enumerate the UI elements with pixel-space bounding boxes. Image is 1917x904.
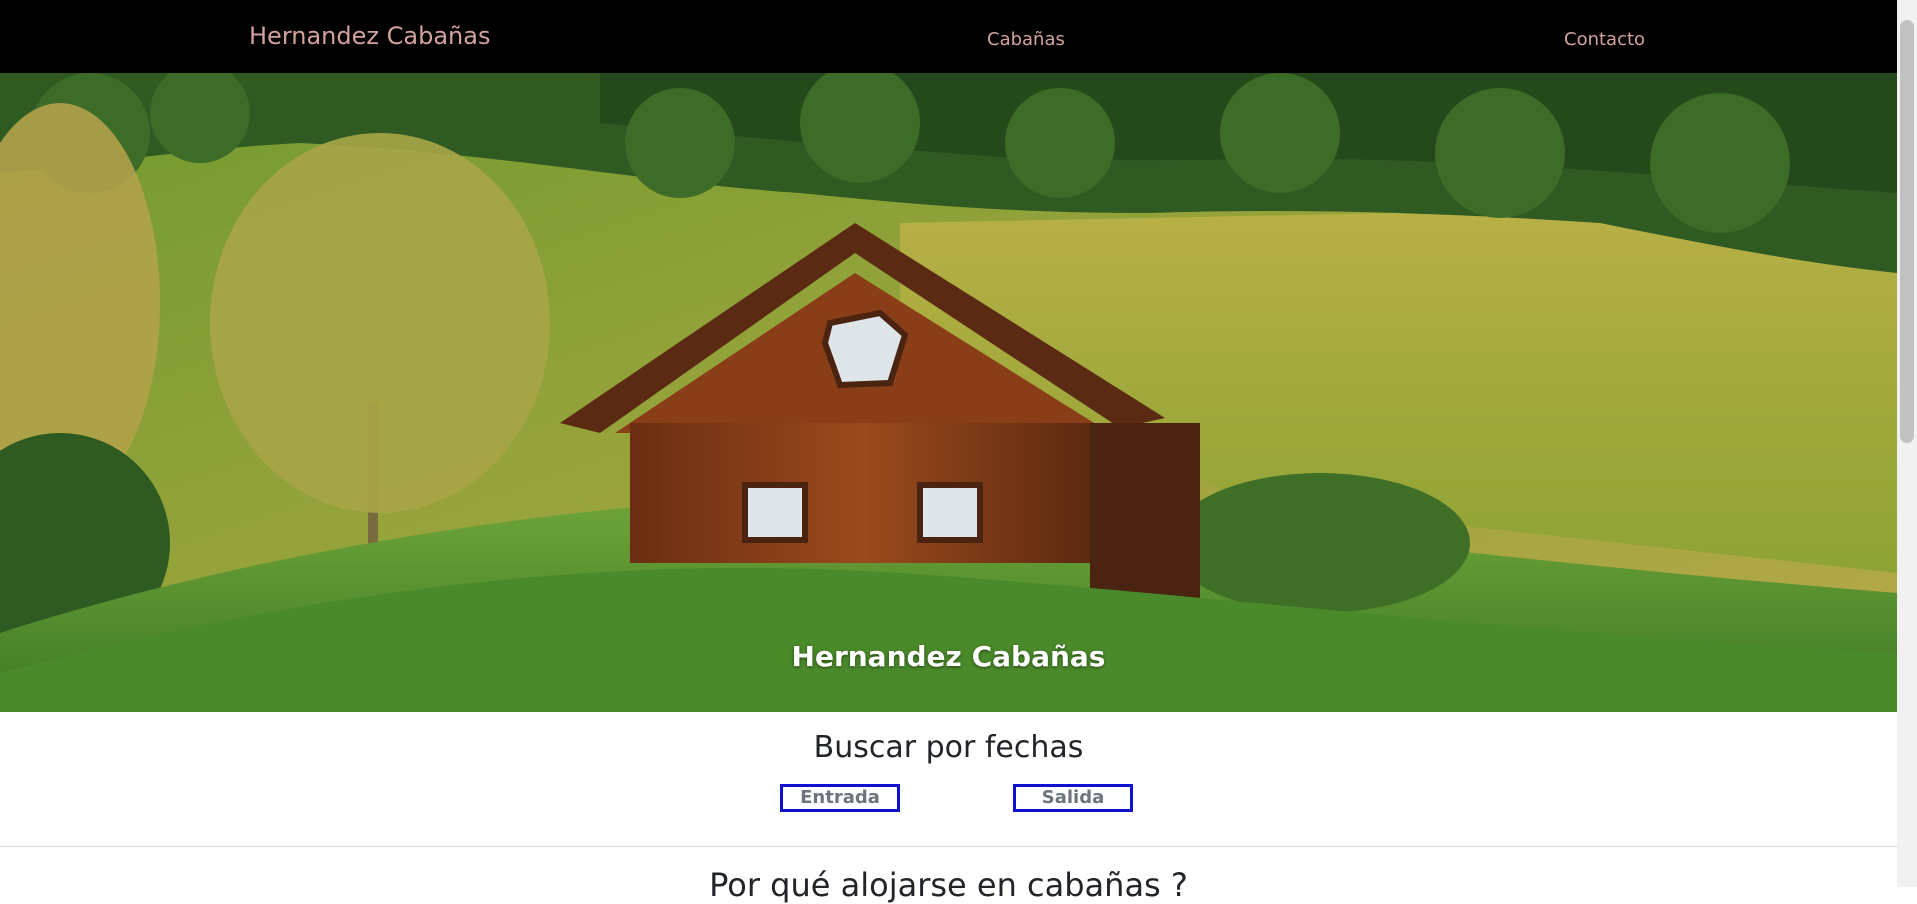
scrollbar-thumb[interactable] bbox=[1900, 20, 1914, 443]
nav-link-cabanas[interactable]: Cabañas bbox=[987, 29, 1065, 50]
top-navbar: Hernandez Cabañas Cabañas Contacto bbox=[0, 0, 1897, 73]
page-scrollbar[interactable] bbox=[1897, 0, 1917, 887]
entrada-button[interactable]: Entrada bbox=[780, 784, 900, 812]
section-title: Por qué alojarse en cabañas ? bbox=[709, 866, 1188, 904]
hero-banner: Hernandez Cabañas bbox=[0, 73, 1897, 712]
nav-link-contacto[interactable]: Contacto bbox=[1564, 29, 1645, 50]
cabin-landscape-image bbox=[0, 73, 1897, 712]
salida-button[interactable]: Salida bbox=[1013, 784, 1133, 812]
brand-link[interactable]: Hernandez Cabañas bbox=[249, 22, 490, 50]
search-title: Buscar por fechas bbox=[813, 730, 1084, 765]
hero-title: Hernandez Cabañas bbox=[791, 640, 1106, 673]
section-divider bbox=[0, 846, 1897, 847]
